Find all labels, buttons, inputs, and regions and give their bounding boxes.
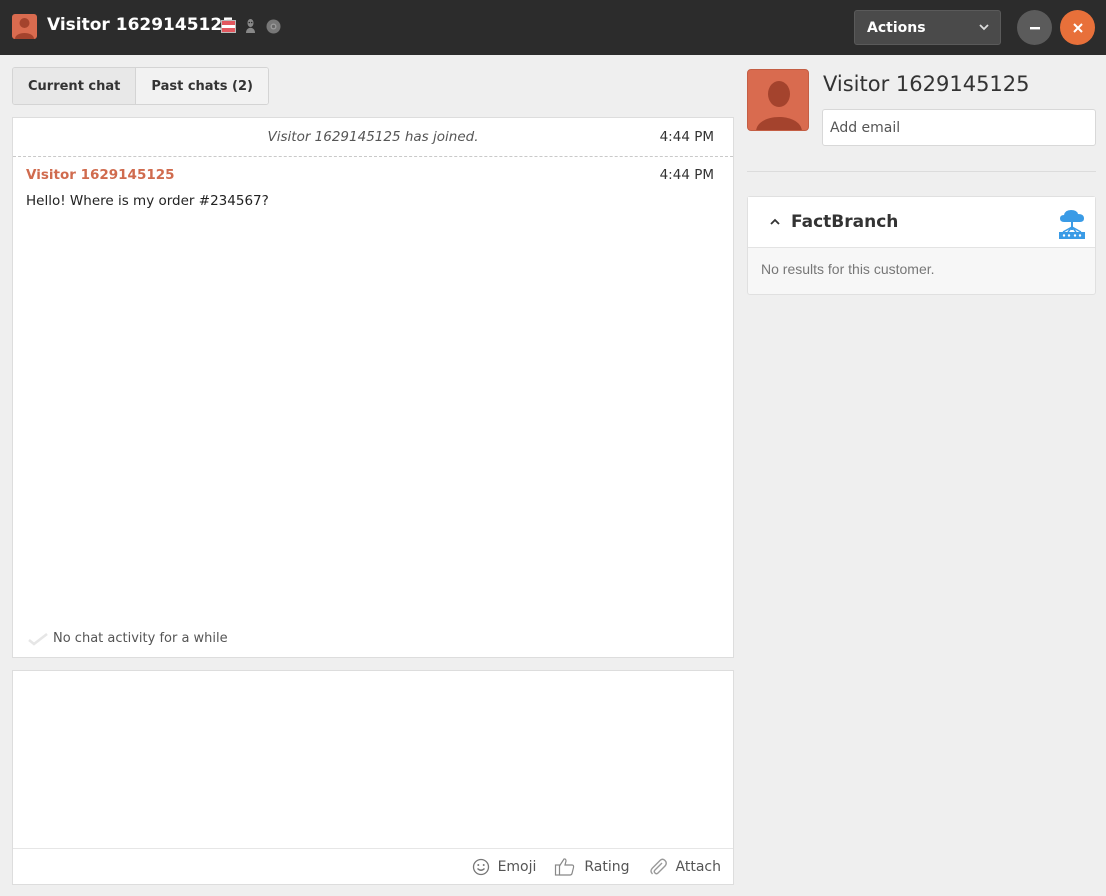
emoji-label: Emoji [497, 858, 537, 875]
close-button[interactable] [1060, 10, 1095, 45]
chevron-down-icon [979, 24, 989, 31]
emoji-button[interactable]: Emoji [472, 858, 537, 876]
visitor-avatar-icon [756, 81, 802, 130]
rating-button[interactable]: Rating [554, 857, 630, 877]
system-message-text: Visitor 1629145125 has joined. [267, 129, 479, 145]
emoji-icon [472, 858, 489, 875]
message-time: 4:44 PM [659, 167, 714, 183]
factbranch-empty-text: No results for this customer. [761, 261, 935, 277]
visitor-avatar-icon [12, 14, 37, 39]
paperclip-icon [649, 858, 667, 874]
visitor-avatar [747, 69, 809, 131]
composer-toolbar: Emoji Rating Attach [13, 848, 733, 884]
factbranch-logo-icon [1059, 210, 1085, 239]
message-author: Visitor 1629145125 [26, 167, 175, 183]
title-bar: Visitor 1629145125 Actions [0, 0, 1106, 55]
check-icon [28, 632, 48, 646]
tab-past-chats[interactable]: Past chats (2) [135, 68, 268, 104]
tab-current-chat[interactable]: Current chat [13, 68, 136, 104]
attach-label: Attach [675, 858, 721, 875]
window-title: Visitor 1629145125 [47, 15, 235, 35]
chat-transcript[interactable]: Visitor 1629145125 has joined. 4:44 PM V… [12, 117, 734, 658]
activity-note-text: No chat activity for a while [53, 631, 228, 646]
actions-label: Actions [867, 19, 926, 36]
actions-dropdown[interactable]: Actions [854, 10, 1001, 45]
os-icon [244, 18, 257, 34]
attach-button[interactable]: Attach [648, 857, 721, 877]
flag-icon [221, 20, 236, 33]
visitor-name: Visitor 1629145125 [823, 72, 1030, 96]
system-message: Visitor 1629145125 has joined. 4:44 PM [13, 118, 733, 157]
message-input[interactable] [13, 671, 733, 848]
factbranch-header[interactable]: FactBranch [748, 197, 1095, 248]
browser-icon [266, 19, 281, 34]
activity-note: No chat activity for a while [27, 631, 228, 646]
divider [747, 171, 1096, 172]
chat-tabs: Current chat Past chats (2) [12, 67, 269, 105]
message-composer: Emoji Rating Attach [12, 670, 734, 885]
factbranch-panel: FactBranch No results for this customer. [747, 196, 1096, 295]
caret-up-icon[interactable] [769, 217, 781, 227]
rating-label: Rating [584, 858, 630, 875]
system-message-time: 4:44 PM [659, 129, 714, 145]
message-text: Hello! Where is my order #234567? [26, 193, 269, 209]
email-field[interactable] [822, 109, 1096, 146]
close-icon [1072, 22, 1083, 33]
thumbs-up-icon [555, 857, 575, 876]
minimize-button[interactable] [1017, 10, 1052, 45]
factbranch-title: FactBranch [791, 212, 899, 232]
minimize-icon [1029, 26, 1040, 29]
